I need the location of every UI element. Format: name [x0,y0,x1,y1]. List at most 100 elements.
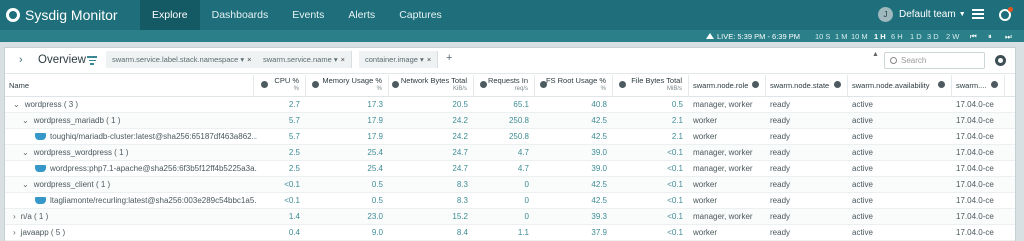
cell-avail: active [852,132,873,141]
time-option-10m[interactable]: 10 M [851,32,868,41]
column-header-file-bytes[interactable]: File Bytes Total MiB/s [613,75,689,97]
chevron-down-icon[interactable]: ⌄ [22,113,29,129]
table-row[interactable]: ⌄ wordpress_wordpress ( 1 ) 2.5 25.4 24.7 4.7… [5,145,1015,161]
cell-name[interactable]: wordpress:php7.1-apache@sha256:6f3b5f12f… [35,161,257,177]
search-input[interactable]: Search [884,52,985,69]
tab-explore[interactable]: Explore [140,0,200,30]
app-logo[interactable]: Sysdig Monitor [0,7,140,23]
close-icon[interactable]: × [247,55,251,64]
tab-dashboards[interactable]: Dashboards [200,0,281,30]
docker-icon [35,197,46,204]
live-time-range[interactable]: LIVE: 5:39 PM - 6:39 PM [706,32,800,41]
gear-icon[interactable] [312,81,319,88]
cell-ver: 17.04.0-ce [956,100,994,109]
time-option-1m[interactable]: 1 M [835,32,848,41]
cell-file: <0.1 [667,164,683,173]
gear-icon[interactable] [392,81,399,88]
grouping-crumb-service[interactable]: swarm.service.name ▾ × [257,51,353,68]
cell-name[interactable]: toughiq/mariadb-cluster:latest@sha256:65… [35,129,257,145]
team-name: Default team [899,9,956,20]
tab-events[interactable]: Events [280,0,336,30]
time-option-3d[interactable]: 3 D [927,32,939,41]
table-row[interactable]: ltagliamonte/recurling:latest@sha256:003… [5,193,1015,209]
column-header-name[interactable]: Name [5,75,254,97]
gear-icon[interactable] [834,81,841,88]
table-body: ⌄ wordpress ( 3 ) 2.7 17.3 20.5 65.1 40.8 0.5 ma… [5,97,1015,241]
team-selector[interactable]: J Default team ▼ [878,7,966,22]
docker-icon [35,133,46,140]
cell-avail: active [852,148,873,157]
chevron-down-icon[interactable]: ⌄ [22,177,29,193]
table-row[interactable]: ⌄ wordpress ( 3 ) 2.7 17.3 20.5 65.1 40.8 0.5 ma… [5,97,1015,113]
table-row[interactable]: wordpress:php7.1-apache@sha256:6f3b5f12f… [5,161,1015,177]
sysdig-logo-icon [6,8,20,22]
gear-icon[interactable] [261,81,268,88]
column-header-memory[interactable]: Memory Usage % % [306,75,389,97]
time-option-1h[interactable]: 1 H [874,32,886,41]
chevron-right-icon[interactable]: › [13,225,16,241]
gear-icon[interactable] [752,81,759,88]
docker-icon [35,165,46,172]
cell-state: ready [770,228,791,237]
cell-name[interactable]: › javaapp ( 5 ) [13,225,253,241]
cell-cpu: 2.7 [288,100,300,109]
table-row[interactable]: ⌄ wordpress_client ( 1 ) <0.1 0.5 8.3 0 42.5 <0… [5,177,1015,193]
close-icon[interactable]: × [341,55,345,64]
chevron-down-icon[interactable]: ⌄ [13,97,20,113]
column-header-node-version[interactable]: swarm.... [952,75,1005,97]
filter-icon[interactable] [87,56,97,65]
table-row[interactable]: toughiq/mariadb-cluster:latest@sha256:65… [5,129,1015,145]
cell-ver: 17.04.0-ce [956,132,994,141]
table-row[interactable]: ⌄ wordpress_mariadb ( 1 ) 5.7 17.9 24.2 250.8… [5,113,1015,129]
column-header-network[interactable]: Network Bytes Total KiB/s [389,75,474,97]
grouping-crumb-image[interactable]: container.image ▾ × [359,51,439,68]
gear-icon[interactable] [619,81,626,88]
gear-icon[interactable] [991,81,998,88]
notifications-icon[interactable] [999,7,1013,21]
cell-name[interactable]: ltagliamonte/recurling:latest@sha256:003… [35,193,257,209]
cell-cpu: 1.4 [288,212,300,221]
cell-name[interactable]: ⌄ wordpress_mariadb ( 1 ) [22,113,253,129]
cell-ver: 17.04.0-ce [956,212,994,221]
scroll-up-icon[interactable]: ▲ [872,51,879,58]
cell-name[interactable]: › n/a ( 1 ) [13,209,253,225]
column-header-requests[interactable]: Requests In req/s [474,75,535,97]
cell-mem: 17.9 [367,116,383,125]
table-row[interactable]: › javaapp ( 5 ) 0.4 9.0 8.4 1.1 37.9 <0.1 worker… [5,225,1015,241]
cell-fs: 42.5 [591,196,607,205]
time-option-10s[interactable]: 10 S [815,32,830,41]
time-option-1d[interactable]: 1 D [910,32,922,41]
cell-state: ready [770,132,791,141]
menu-icon[interactable] [972,9,984,21]
column-header-cpu[interactable]: CPU % % [254,75,306,97]
avatar: J [878,7,893,22]
time-option-2w[interactable]: 2 W [946,32,959,41]
column-header-node-availability[interactable]: swarm.node.availability [848,75,952,97]
chevron-down-icon[interactable]: ⌄ [22,145,29,161]
chevron-right-icon[interactable]: › [13,209,16,225]
cell-cpu: 5.7 [288,132,300,141]
tab-alerts[interactable]: Alerts [336,0,387,30]
gear-icon[interactable] [480,81,487,88]
cell-role: worker [693,228,718,237]
column-header-node-role[interactable]: swarm.node.role [689,75,766,97]
add-grouping-button[interactable]: + [446,52,452,64]
column-header-node-state[interactable]: swarm.node.state [766,75,848,97]
grouping-crumb-namespace[interactable]: swarm.service.label.stack.namespace ▾ × [106,51,259,68]
step-forward-icon[interactable]: ⏭ [1005,32,1012,42]
tab-captures[interactable]: Captures [387,0,454,30]
gear-icon[interactable] [995,55,1006,66]
chevron-right-icon[interactable]: › [19,54,23,66]
gear-icon[interactable] [938,81,945,88]
table-row[interactable]: › n/a ( 1 ) 1.4 23.0 15.2 0 39.3 <0.1 manager, w… [5,209,1015,225]
pause-icon[interactable]: ⏸ [988,32,992,42]
cell-net: 24.2 [452,116,468,125]
step-back-icon[interactable]: ⏮ [970,32,977,42]
cell-name[interactable]: ⌄ wordpress_wordpress ( 1 ) [22,145,253,161]
cell-name[interactable]: ⌄ wordpress ( 3 ) [13,97,253,113]
cell-name[interactable]: ⌄ wordpress_client ( 1 ) [22,177,253,193]
column-header-fs-root[interactable]: FS Root Usage % % [535,75,613,97]
close-icon[interactable]: × [427,55,431,64]
time-option-6h[interactable]: 6 H [891,32,903,41]
cell-fs: 40.8 [591,100,607,109]
